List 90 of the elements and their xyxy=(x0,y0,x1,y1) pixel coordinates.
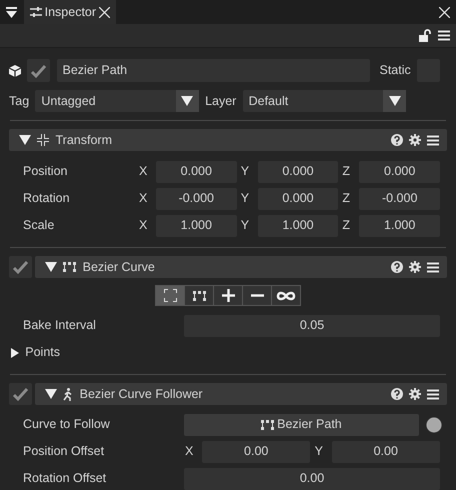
settings-icon[interactable] xyxy=(408,134,421,146)
active-checkbox[interactable] xyxy=(27,59,50,82)
axis-label: Y xyxy=(240,190,250,208)
help-icon[interactable] xyxy=(390,388,402,400)
help-icon[interactable] xyxy=(390,261,402,273)
component-header[interactable]: Bezier Curve Follower xyxy=(35,383,447,406)
sliders-icon xyxy=(30,7,42,17)
field-label: Position Offset xyxy=(23,443,106,460)
tag-label: Tag xyxy=(9,92,30,110)
frame-icon xyxy=(164,289,176,302)
number-field[interactable]: 0.00 xyxy=(184,468,440,490)
menu-icon[interactable] xyxy=(427,388,439,400)
enabled-checkbox[interactable] xyxy=(9,383,32,406)
unlocked-padlock-icon[interactable] xyxy=(418,29,432,42)
axis-label: X xyxy=(138,163,148,180)
menu-icon[interactable] xyxy=(427,134,439,146)
axis-label: Z xyxy=(341,217,352,234)
number-field[interactable]: 1.000 xyxy=(359,214,440,236)
number-field[interactable]: 0.000 xyxy=(258,160,338,182)
tab-title: Inspector xyxy=(44,4,96,21)
cube-icon xyxy=(9,64,21,76)
field-label: Bake Interval xyxy=(23,317,97,334)
menu-icon[interactable] xyxy=(438,30,450,41)
walking-figure-icon xyxy=(63,388,74,401)
menu-icon[interactable] xyxy=(427,262,439,272)
object-field[interactable]: Bezier Path xyxy=(184,414,419,436)
number-field[interactable]: 0.00 xyxy=(332,440,440,463)
add-icon xyxy=(222,289,234,302)
field-label: Rotation Offset xyxy=(23,470,108,488)
settings-icon[interactable] xyxy=(408,388,421,400)
component-title: Bezier Curve Follower xyxy=(80,386,204,403)
field-label: Rotation xyxy=(23,190,71,208)
close-icon[interactable] xyxy=(99,6,110,18)
axis-label: X xyxy=(138,217,148,234)
component-header[interactable]: Bezier Curve xyxy=(35,256,447,278)
axis-label: X xyxy=(184,443,194,460)
infinity-icon xyxy=(276,290,296,300)
number-field[interactable]: -0.000 xyxy=(359,188,440,210)
tool-button[interactable] xyxy=(271,285,301,306)
axis-label: Z xyxy=(341,163,352,180)
tool-button[interactable] xyxy=(242,285,272,306)
number-field[interactable]: -0.000 xyxy=(156,188,237,210)
tool-button[interactable] xyxy=(184,285,214,306)
collapse-triangle-icon[interactable] xyxy=(19,135,31,145)
enabled-checkbox[interactable] xyxy=(9,256,32,278)
number-field[interactable]: 0.05 xyxy=(184,314,440,337)
collapse-triangle-icon[interactable] xyxy=(45,389,58,400)
axis-label: Y xyxy=(314,443,324,460)
remove-icon xyxy=(250,294,264,297)
dropdown-icon[interactable] xyxy=(6,6,18,18)
field-label: Scale xyxy=(23,217,56,234)
number-field[interactable]: 0.000 xyxy=(258,188,338,210)
check-icon xyxy=(12,386,29,402)
number-field[interactable]: 0.000 xyxy=(156,160,237,182)
caret-icon xyxy=(388,96,400,106)
tag-dropdown[interactable]: Untagged xyxy=(35,90,199,112)
axis-label: Z xyxy=(341,190,352,208)
nodes-icon xyxy=(261,420,274,430)
component-header[interactable]: Transform xyxy=(9,129,447,151)
points-foldout[interactable]: Points xyxy=(11,343,60,362)
axis-label: Y xyxy=(240,163,250,180)
settings-icon[interactable] xyxy=(408,261,421,273)
help-icon[interactable] xyxy=(390,134,402,146)
component-title: Bezier Curve xyxy=(82,258,156,276)
collapse-triangle-icon[interactable] xyxy=(45,262,58,272)
nodes-icon xyxy=(192,290,206,300)
inspector-tab[interactable]: Inspector xyxy=(24,0,116,24)
caret-icon xyxy=(181,96,194,106)
expand-triangle-icon xyxy=(11,348,19,358)
layer-dropdown[interactable]: Default xyxy=(242,90,406,112)
component-title: Transform xyxy=(56,132,113,149)
tool-button[interactable] xyxy=(155,285,185,306)
static-label: Static xyxy=(379,62,411,80)
field-label: Curve to Follow xyxy=(23,416,111,434)
layer-label: Layer xyxy=(205,92,236,110)
number-field[interactable]: 1.000 xyxy=(258,214,338,236)
close-icon[interactable] xyxy=(438,6,450,18)
axis-label: X xyxy=(138,190,148,208)
tool-button[interactable] xyxy=(213,285,243,306)
number-field[interactable]: 1.000 xyxy=(156,214,237,236)
object-picker-icon[interactable] xyxy=(425,416,443,434)
move-icon xyxy=(37,134,50,146)
number-field[interactable]: 0.000 xyxy=(359,160,440,182)
number-field[interactable]: 0.00 xyxy=(202,440,310,463)
check-icon xyxy=(12,259,29,275)
nodes-icon xyxy=(63,262,76,272)
name-field[interactable]: Bezier Path xyxy=(56,59,370,82)
field-label: Position xyxy=(23,163,68,180)
axis-label: Y xyxy=(240,217,250,234)
check-icon xyxy=(30,62,48,78)
